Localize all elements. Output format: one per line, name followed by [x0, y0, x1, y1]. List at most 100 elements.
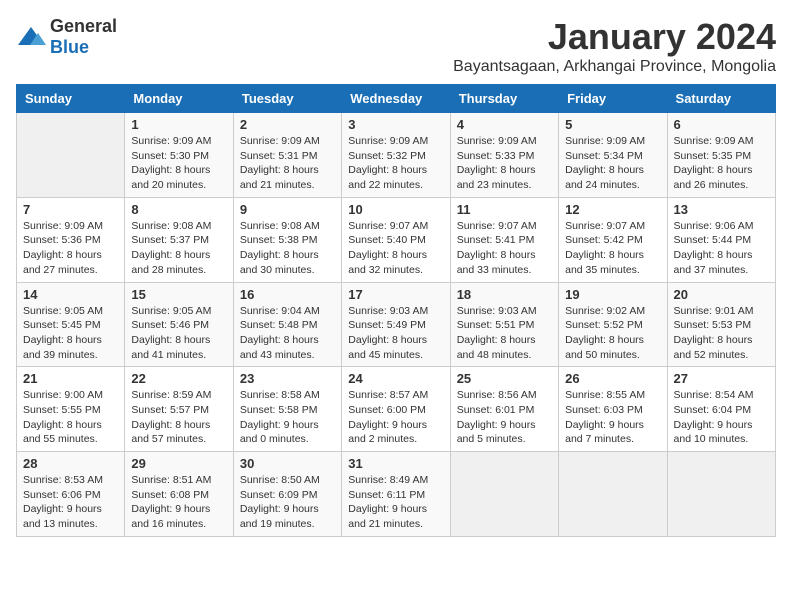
calendar-table: Sunday Monday Tuesday Wednesday Thursday… — [16, 84, 776, 537]
day-number: 10 — [348, 202, 443, 217]
col-monday: Monday — [125, 85, 233, 113]
logo-general: General — [50, 16, 117, 36]
day-info: Sunrise: 8:57 AMSunset: 6:00 PMDaylight:… — [348, 388, 443, 447]
title-section: January 2024 Bayantsagaan, Arkhangai Pro… — [453, 16, 776, 76]
day-number: 29 — [131, 456, 226, 471]
day-number: 11 — [457, 202, 552, 217]
day-info: Sunrise: 9:02 AMSunset: 5:52 PMDaylight:… — [565, 304, 660, 363]
day-number: 5 — [565, 117, 660, 132]
calendar-cell: 26 Sunrise: 8:55 AMSunset: 6:03 PMDaylig… — [559, 367, 667, 452]
day-number: 7 — [23, 202, 118, 217]
calendar-cell: 31 Sunrise: 8:49 AMSunset: 6:11 PMDaylig… — [342, 452, 450, 537]
day-info: Sunrise: 8:51 AMSunset: 6:08 PMDaylight:… — [131, 473, 226, 532]
logo-blue: Blue — [50, 37, 89, 57]
day-number: 19 — [565, 287, 660, 302]
calendar-cell: 21 Sunrise: 9:00 AMSunset: 5:55 PMDaylig… — [17, 367, 125, 452]
day-info: Sunrise: 9:09 AMSunset: 5:34 PMDaylight:… — [565, 134, 660, 193]
day-number: 4 — [457, 117, 552, 132]
day-number: 26 — [565, 371, 660, 386]
col-saturday: Saturday — [667, 85, 775, 113]
day-number: 2 — [240, 117, 335, 132]
day-info: Sunrise: 9:09 AMSunset: 5:33 PMDaylight:… — [457, 134, 552, 193]
week-row-4: 21 Sunrise: 9:00 AMSunset: 5:55 PMDaylig… — [17, 367, 776, 452]
day-number: 8 — [131, 202, 226, 217]
day-info: Sunrise: 8:50 AMSunset: 6:09 PMDaylight:… — [240, 473, 335, 532]
calendar-cell: 12 Sunrise: 9:07 AMSunset: 5:42 PMDaylig… — [559, 197, 667, 282]
day-number: 18 — [457, 287, 552, 302]
col-wednesday: Wednesday — [342, 85, 450, 113]
day-number: 20 — [674, 287, 769, 302]
logo-icon — [16, 25, 46, 49]
calendar-cell: 27 Sunrise: 8:54 AMSunset: 6:04 PMDaylig… — [667, 367, 775, 452]
calendar-cell: 3 Sunrise: 9:09 AMSunset: 5:32 PMDayligh… — [342, 113, 450, 198]
calendar-cell — [667, 452, 775, 537]
calendar-cell: 14 Sunrise: 9:05 AMSunset: 5:45 PMDaylig… — [17, 282, 125, 367]
calendar-cell: 25 Sunrise: 8:56 AMSunset: 6:01 PMDaylig… — [450, 367, 558, 452]
day-info: Sunrise: 9:05 AMSunset: 5:46 PMDaylight:… — [131, 304, 226, 363]
day-info: Sunrise: 9:07 AMSunset: 5:41 PMDaylight:… — [457, 219, 552, 278]
day-number: 6 — [674, 117, 769, 132]
col-friday: Friday — [559, 85, 667, 113]
calendar-cell: 1 Sunrise: 9:09 AMSunset: 5:30 PMDayligh… — [125, 113, 233, 198]
day-info: Sunrise: 9:09 AMSunset: 5:31 PMDaylight:… — [240, 134, 335, 193]
calendar-cell: 16 Sunrise: 9:04 AMSunset: 5:48 PMDaylig… — [233, 282, 341, 367]
day-number: 31 — [348, 456, 443, 471]
day-number: 12 — [565, 202, 660, 217]
day-info: Sunrise: 9:09 AMSunset: 5:35 PMDaylight:… — [674, 134, 769, 193]
calendar-cell: 8 Sunrise: 9:08 AMSunset: 5:37 PMDayligh… — [125, 197, 233, 282]
calendar-cell: 7 Sunrise: 9:09 AMSunset: 5:36 PMDayligh… — [17, 197, 125, 282]
day-number: 13 — [674, 202, 769, 217]
day-number: 3 — [348, 117, 443, 132]
day-info: Sunrise: 8:59 AMSunset: 5:57 PMDaylight:… — [131, 388, 226, 447]
day-info: Sunrise: 8:53 AMSunset: 6:06 PMDaylight:… — [23, 473, 118, 532]
col-tuesday: Tuesday — [233, 85, 341, 113]
day-info: Sunrise: 9:05 AMSunset: 5:45 PMDaylight:… — [23, 304, 118, 363]
calendar-cell: 24 Sunrise: 8:57 AMSunset: 6:00 PMDaylig… — [342, 367, 450, 452]
logo: General Blue — [16, 16, 117, 58]
day-info: Sunrise: 8:49 AMSunset: 6:11 PMDaylight:… — [348, 473, 443, 532]
col-sunday: Sunday — [17, 85, 125, 113]
calendar-cell: 20 Sunrise: 9:01 AMSunset: 5:53 PMDaylig… — [667, 282, 775, 367]
calendar-cell — [559, 452, 667, 537]
calendar-cell — [450, 452, 558, 537]
calendar-cell — [17, 113, 125, 198]
day-number: 23 — [240, 371, 335, 386]
calendar-cell: 29 Sunrise: 8:51 AMSunset: 6:08 PMDaylig… — [125, 452, 233, 537]
calendar-cell: 30 Sunrise: 8:50 AMSunset: 6:09 PMDaylig… — [233, 452, 341, 537]
day-number: 16 — [240, 287, 335, 302]
calendar-cell: 11 Sunrise: 9:07 AMSunset: 5:41 PMDaylig… — [450, 197, 558, 282]
day-number: 21 — [23, 371, 118, 386]
calendar-cell: 4 Sunrise: 9:09 AMSunset: 5:33 PMDayligh… — [450, 113, 558, 198]
calendar-cell: 18 Sunrise: 9:03 AMSunset: 5:51 PMDaylig… — [450, 282, 558, 367]
day-info: Sunrise: 8:54 AMSunset: 6:04 PMDaylight:… — [674, 388, 769, 447]
day-info: Sunrise: 9:09 AMSunset: 5:30 PMDaylight:… — [131, 134, 226, 193]
day-info: Sunrise: 9:06 AMSunset: 5:44 PMDaylight:… — [674, 219, 769, 278]
calendar-cell: 6 Sunrise: 9:09 AMSunset: 5:35 PMDayligh… — [667, 113, 775, 198]
day-info: Sunrise: 9:09 AMSunset: 5:32 PMDaylight:… — [348, 134, 443, 193]
calendar-subtitle: Bayantsagaan, Arkhangai Province, Mongol… — [453, 58, 776, 76]
day-info: Sunrise: 9:01 AMSunset: 5:53 PMDaylight:… — [674, 304, 769, 363]
calendar-cell: 10 Sunrise: 9:07 AMSunset: 5:40 PMDaylig… — [342, 197, 450, 282]
calendar-cell: 9 Sunrise: 9:08 AMSunset: 5:38 PMDayligh… — [233, 197, 341, 282]
calendar-cell: 2 Sunrise: 9:09 AMSunset: 5:31 PMDayligh… — [233, 113, 341, 198]
logo-text: General Blue — [50, 16, 117, 58]
day-info: Sunrise: 9:08 AMSunset: 5:38 PMDaylight:… — [240, 219, 335, 278]
calendar-cell: 15 Sunrise: 9:05 AMSunset: 5:46 PMDaylig… — [125, 282, 233, 367]
day-info: Sunrise: 9:09 AMSunset: 5:36 PMDaylight:… — [23, 219, 118, 278]
day-number: 9 — [240, 202, 335, 217]
day-info: Sunrise: 8:58 AMSunset: 5:58 PMDaylight:… — [240, 388, 335, 447]
day-info: Sunrise: 8:55 AMSunset: 6:03 PMDaylight:… — [565, 388, 660, 447]
day-info: Sunrise: 9:03 AMSunset: 5:51 PMDaylight:… — [457, 304, 552, 363]
day-number: 25 — [457, 371, 552, 386]
day-number: 14 — [23, 287, 118, 302]
week-row-5: 28 Sunrise: 8:53 AMSunset: 6:06 PMDaylig… — [17, 452, 776, 537]
day-info: Sunrise: 9:07 AMSunset: 5:40 PMDaylight:… — [348, 219, 443, 278]
header-row: Sunday Monday Tuesday Wednesday Thursday… — [17, 85, 776, 113]
day-number: 24 — [348, 371, 443, 386]
calendar-cell: 22 Sunrise: 8:59 AMSunset: 5:57 PMDaylig… — [125, 367, 233, 452]
day-info: Sunrise: 9:07 AMSunset: 5:42 PMDaylight:… — [565, 219, 660, 278]
week-row-1: 1 Sunrise: 9:09 AMSunset: 5:30 PMDayligh… — [17, 113, 776, 198]
day-info: Sunrise: 9:03 AMSunset: 5:49 PMDaylight:… — [348, 304, 443, 363]
calendar-title: January 2024 — [453, 16, 776, 58]
calendar-cell: 5 Sunrise: 9:09 AMSunset: 5:34 PMDayligh… — [559, 113, 667, 198]
